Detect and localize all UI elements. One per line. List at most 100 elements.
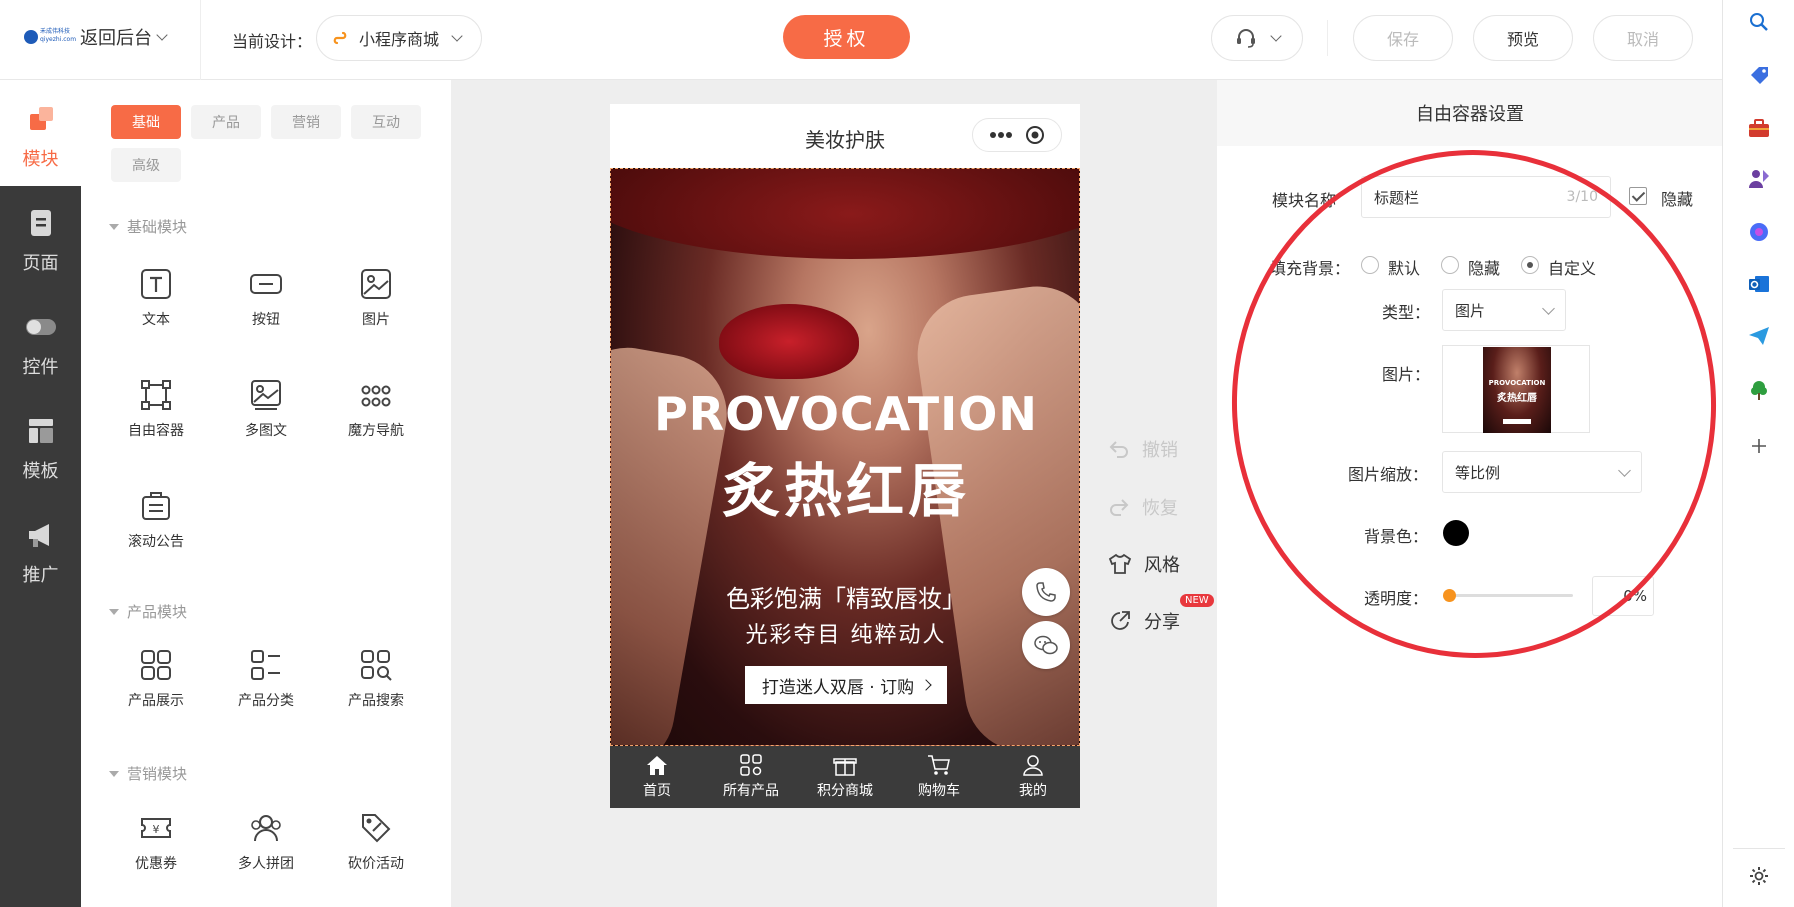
fill-hidden-radio[interactable]	[1441, 256, 1459, 274]
search-icon[interactable]	[1747, 10, 1771, 34]
page-icon	[30, 210, 51, 236]
fill-default-label: 默认	[1388, 259, 1421, 278]
send-icon[interactable]	[1747, 324, 1771, 348]
component-product-search[interactable]: 产品搜索	[326, 648, 426, 710]
section-basic-modules[interactable]: 基础模块	[109, 216, 187, 237]
save-button[interactable]: 保存	[1353, 15, 1453, 61]
customer-service-button[interactable]	[1211, 15, 1303, 61]
component-image[interactable]: 图片	[326, 267, 426, 329]
tab-home[interactable]: 首页	[610, 746, 704, 808]
nav-item-template[interactable]: 模板	[0, 416, 81, 483]
component-scroll-notice[interactable]: 滚动公告	[106, 489, 206, 551]
component-coupon[interactable]: ¥ 优惠券	[106, 811, 206, 873]
games-icon[interactable]	[1747, 166, 1771, 190]
opacity-slider-track[interactable]	[1449, 594, 1573, 597]
style-label: 风格	[1144, 555, 1180, 576]
cancel-button[interactable]: 取消	[1593, 15, 1693, 61]
opacity-slider-handle[interactable]	[1443, 589, 1456, 602]
module-name-input[interactable]: 标题栏 3/10	[1361, 176, 1611, 218]
tab-label: 积分商城	[817, 783, 873, 799]
tab-label: 首页	[643, 783, 671, 799]
chevron-down-icon	[1618, 463, 1631, 477]
banner-order-button[interactable]: 打造迷人双唇 · 订购	[745, 666, 947, 704]
image-scale-select[interactable]: 等比例	[1442, 451, 1642, 493]
free-container-icon	[141, 380, 171, 410]
background-image-picker[interactable]: PROVOCATION 炙热红唇	[1442, 345, 1590, 433]
fill-custom-radio[interactable]	[1521, 256, 1539, 274]
design-selector[interactable]: 小程序商城	[316, 15, 482, 61]
nav-item-module[interactable]: 模块	[0, 104, 81, 171]
left-nav: 模块 页面 控件 模板 推广	[0, 80, 81, 907]
component-button[interactable]: 按钮	[216, 267, 316, 329]
tab-cart[interactable]: 购物车	[892, 746, 986, 808]
redo-button[interactable]: 恢复	[1108, 494, 1178, 520]
type-select[interactable]: 图片	[1442, 289, 1566, 331]
tag-icon[interactable]	[1747, 64, 1771, 88]
tab-product[interactable]: 产品	[191, 105, 261, 139]
share-icon	[1111, 611, 1130, 630]
preview-button[interactable]: 预览	[1473, 15, 1573, 61]
section-title: 产品模块	[127, 603, 188, 621]
section-product-modules[interactable]: 产品模块	[109, 601, 187, 622]
share-button[interactable]: 分享	[1108, 608, 1180, 634]
component-group-buy[interactable]: 多人拼团	[216, 811, 316, 873]
nav-item-promote[interactable]: 推广	[0, 520, 81, 587]
back-to-admin-button[interactable]: 返回后台	[80, 24, 168, 50]
component-magic-nav[interactable]: 魔方导航	[326, 378, 426, 440]
copilot-icon[interactable]	[1747, 220, 1771, 244]
tree-icon[interactable]	[1747, 378, 1771, 402]
component-bargain[interactable]: 砍价活动	[326, 811, 426, 873]
banner-lips	[719, 304, 859, 379]
component-text[interactable]: 文本	[106, 267, 206, 329]
authorize-button[interactable]: 授权	[783, 15, 910, 59]
module-name-value: 标题栏	[1374, 188, 1420, 207]
add-icon[interactable]	[1747, 434, 1771, 458]
tab-all-products[interactable]: 所有产品	[704, 746, 798, 808]
fill-default-radio[interactable]	[1361, 256, 1379, 274]
divider	[200, 0, 201, 80]
tab-mine[interactable]: 我的	[986, 746, 1080, 808]
component-multi-image-text[interactable]: 多图文	[216, 378, 316, 440]
product-grid-icon	[740, 754, 762, 776]
tab-points-mall[interactable]: 积分商城	[798, 746, 892, 808]
notice-icon	[142, 492, 170, 520]
tab-marketing[interactable]: 营销	[271, 105, 341, 139]
banner-headline-cn: 炙热红唇	[721, 457, 970, 525]
tab-advanced[interactable]: 高级	[111, 148, 181, 182]
caret-down-icon	[109, 608, 119, 615]
nav-item-page[interactable]: 页面	[0, 208, 81, 275]
divider	[1733, 848, 1785, 849]
section-marketing-modules[interactable]: 营销模块	[109, 763, 187, 784]
banner-order-label: 打造迷人双唇 · 订购	[761, 677, 915, 698]
price-tag-icon	[362, 814, 391, 843]
banner-image[interactable]: PROVOCATION 炙热红唇 色彩饱满「精致唇妆」 光彩夺目 纯粹动人 打造…	[610, 168, 1080, 746]
redo-icon	[1110, 499, 1129, 516]
hide-module-checkbox[interactable]	[1629, 187, 1647, 205]
undo-button[interactable]: 撤销	[1108, 436, 1178, 462]
wechat-button[interactable]	[1022, 621, 1070, 669]
style-button[interactable]: 风格	[1108, 551, 1180, 577]
tab-interaction[interactable]: 互动	[351, 105, 421, 139]
toolbox-icon[interactable]	[1747, 116, 1771, 140]
miniprogram-capsule[interactable]	[972, 118, 1062, 152]
outlook-icon[interactable]	[1747, 272, 1771, 296]
chevron-down-icon	[156, 29, 168, 41]
component-free-container[interactable]: 自由容器	[106, 378, 206, 440]
component-label: 魔方导航	[348, 423, 404, 439]
component-product-category[interactable]: 产品分类	[216, 648, 316, 710]
new-badge: NEW	[1180, 594, 1214, 607]
brand-logo[interactable]: 禾成伟科技 qiyezhi.com	[24, 28, 76, 46]
component-product-display[interactable]: 产品展示	[106, 648, 206, 710]
component-label: 图片	[362, 312, 390, 328]
bg-color-label: 背景色：	[1364, 527, 1429, 546]
nav-item-widget[interactable]: 控件	[0, 312, 81, 379]
chevron-right-icon	[920, 679, 932, 691]
current-design-label: 当前设计：	[232, 32, 313, 51]
bg-color-swatch[interactable]	[1443, 520, 1469, 546]
tab-basic[interactable]: 基础	[111, 105, 181, 139]
phone-call-button[interactable]	[1022, 568, 1070, 616]
module-icon	[29, 107, 53, 130]
component-label: 文本	[142, 312, 170, 328]
settings-gear-icon[interactable]	[1747, 864, 1771, 888]
opacity-input[interactable]: 0%	[1592, 576, 1654, 616]
